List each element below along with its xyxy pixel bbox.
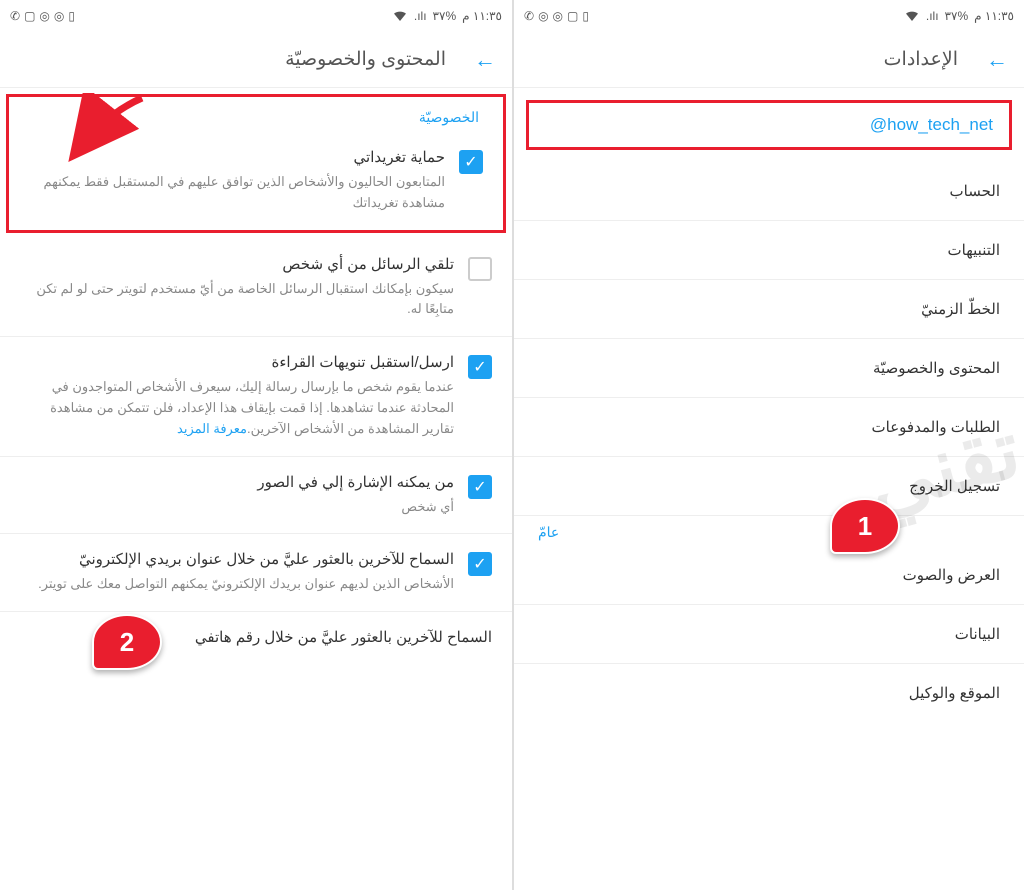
back-arrow-icon[interactable]: ← — [986, 47, 1008, 73]
menu-data[interactable]: البيانات — [514, 605, 1024, 664]
setting-desc: أي شخص — [20, 497, 454, 518]
camera-icon: ◎ — [538, 9, 548, 23]
menu-notifications[interactable]: التنبيهات — [514, 221, 1024, 280]
wifi-icon — [904, 7, 920, 26]
phone-left-settings: ١١:٣٥ م %٣٧ ılı. ▯ ▢ ◎ ◎ ✆ ← الإعدادات @… — [512, 0, 1024, 890]
setting-receive-dm[interactable]: تلقي الرسائل من أي شخص سيكون بإمكانك است… — [0, 239, 512, 338]
header: ← المحتوى والخصوصيّة — [0, 32, 512, 88]
username-highlight: @how_tech_net — [526, 100, 1012, 150]
setting-desc: الأشخاص الذين لديهم عنوان بريدك الإلكترو… — [20, 574, 454, 595]
setting-title: السماح للآخرين بالعثور عليَّ من خلال رقم… — [20, 628, 492, 646]
instagram-icon: ◎ — [54, 9, 64, 23]
status-icons: ▯ ▢ ◎ ◎ ✆ — [524, 9, 589, 23]
header: ← الإعدادات — [514, 32, 1024, 88]
checkbox-read-receipts[interactable]: ✓ — [468, 355, 492, 379]
protect-tweets-highlight: الخصوصيّة ✓ حماية تغريداتي المتابعون الح… — [6, 94, 506, 233]
page-title: المحتوى والخصوصيّة — [285, 48, 446, 71]
menu-logout[interactable]: تسجيل الخروج — [514, 457, 1024, 516]
setting-read-receipts[interactable]: ✓ ارسل/استقبل تنويهات القراءة عندما يقوم… — [0, 337, 512, 456]
menu-account[interactable]: الحساب — [514, 162, 1024, 221]
checkbox-receive-dm[interactable] — [468, 257, 492, 281]
camera-icon: ◎ — [39, 9, 49, 23]
status-time: ١١:٣٥ م — [462, 9, 502, 23]
menu-display-sound[interactable]: العرض والصوت — [514, 546, 1024, 605]
whatsapp-icon: ✆ — [10, 9, 20, 23]
signal-icon: ılı. — [414, 9, 427, 23]
phone-right-privacy: ١١:٣٥ م %٣٧ ılı. ▯ ◎ ◎ ▢ ✆ ← المحتوى وال… — [0, 0, 512, 890]
checkbox-find-by-email[interactable]: ✓ — [468, 552, 492, 576]
signal-icon: ılı. — [926, 9, 939, 23]
instagram-icon: ◎ — [553, 9, 563, 23]
setting-protect-tweets[interactable]: ✓ حماية تغريداتي المتابعون الحاليون والأ… — [9, 132, 503, 230]
step-badge-1: 1 — [830, 498, 900, 554]
status-bar: ١١:٣٥ م %٣٧ ılı. ▯ ◎ ◎ ▢ ✆ — [0, 0, 512, 32]
checkbox-protect-tweets[interactable]: ✓ — [459, 150, 483, 174]
status-icons: ▯ ◎ ◎ ▢ ✆ — [10, 9, 75, 23]
setting-title: السماح للآخرين بالعثور عليَّ من خلال عنو… — [20, 550, 454, 568]
setting-title: تلقي الرسائل من أي شخص — [20, 255, 454, 273]
status-bar: ١١:٣٥ م %٣٧ ılı. ▯ ▢ ◎ ◎ ✆ — [514, 0, 1024, 32]
sim-icon: ▯ — [582, 9, 589, 23]
page-title: الإعدادات — [884, 48, 958, 71]
section-label-privacy: الخصوصيّة — [9, 97, 503, 132]
setting-find-by-phone[interactable]: السماح للآخرين بالعثور عليَّ من خلال رقم… — [0, 612, 512, 668]
menu-content-privacy[interactable]: المحتوى والخصوصيّة — [514, 339, 1024, 398]
gallery-icon: ▢ — [567, 9, 578, 23]
username-link[interactable]: @how_tech_net — [870, 115, 993, 135]
wifi-icon — [392, 7, 408, 26]
section-label-general: عامّ — [514, 516, 1024, 546]
setting-title: حماية تغريداتي — [29, 148, 445, 166]
gallery-icon: ▢ — [24, 9, 35, 23]
step-badge-2: 2 — [92, 614, 162, 670]
setting-desc: المتابعون الحاليون والأشخاص الذين توافق … — [29, 172, 445, 214]
checkbox-photo-tagging[interactable]: ✓ — [468, 475, 492, 499]
setting-title: من يمكنه الإشارة إلي في الصور — [20, 473, 454, 491]
status-time: ١١:٣٥ م — [974, 9, 1014, 23]
learn-more-link[interactable]: معرفة المزيد — [177, 421, 247, 436]
setting-photo-tagging[interactable]: ✓ من يمكنه الإشارة إلي في الصور أي شخص — [0, 457, 512, 535]
setting-desc: عندما يقوم شخص ما بإرسال رسالة إليك، سيع… — [20, 377, 454, 439]
menu-timeline[interactable]: الخطّ الزمنيّ — [514, 280, 1024, 339]
setting-desc: سيكون بإمكانك استقبال الرسائل الخاصة من … — [20, 279, 454, 321]
whatsapp-icon: ✆ — [524, 9, 534, 23]
setting-title: ارسل/استقبل تنويهات القراءة — [20, 353, 454, 371]
menu-location-proxy[interactable]: الموقع والوكيل — [514, 664, 1024, 722]
sim-icon: ▯ — [68, 9, 75, 23]
status-time-battery: ١١:٣٥ م %٣٧ ılı. — [904, 7, 1014, 26]
status-battery: %٣٧ — [433, 9, 457, 23]
back-arrow-icon[interactable]: ← — [474, 47, 496, 73]
menu-orders-payments[interactable]: الطلبات والمدفوعات — [514, 398, 1024, 457]
status-battery: %٣٧ — [945, 9, 969, 23]
setting-find-by-email[interactable]: ✓ السماح للآخرين بالعثور عليَّ من خلال ع… — [0, 534, 512, 612]
status-time-battery: ١١:٣٥ م %٣٧ ılı. — [392, 7, 502, 26]
